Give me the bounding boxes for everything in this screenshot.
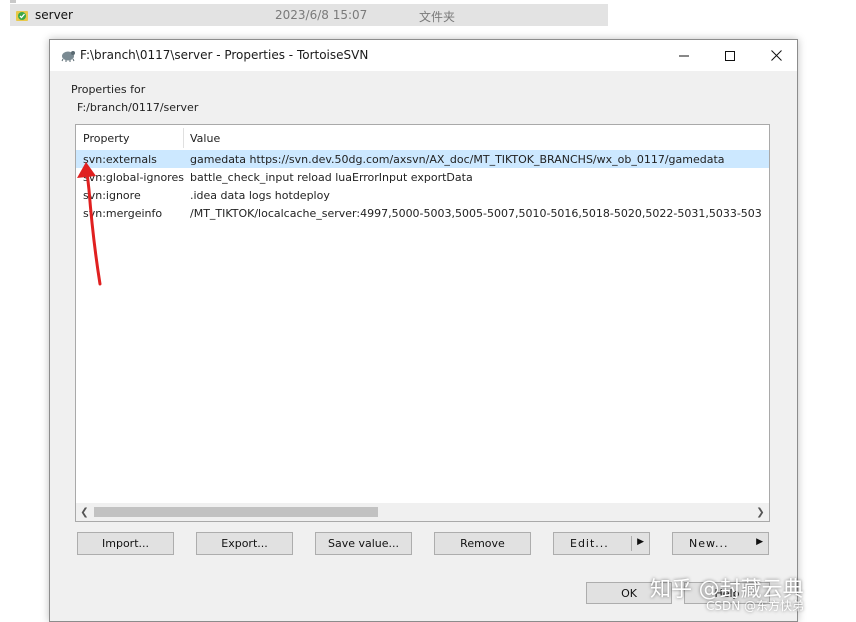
row-value: .idea data logs hotdeploy <box>190 189 330 202</box>
close-icon <box>770 50 782 61</box>
scroll-left-arrow-icon[interactable]: ❮ <box>76 503 93 521</box>
explorer-item-date: 2023/6/8 15:07 <box>275 8 368 22</box>
dialog-title: F:\branch\0117\server - Properties - Tor… <box>80 48 369 62</box>
list-row-svn-mergeinfo[interactable]: svn:mergeinfo /MT_TIKTOK/localcache_serv… <box>76 204 769 222</box>
list-row-svn-global-ignores[interactable]: svn:global-ignores battle_check_input re… <box>76 168 769 186</box>
row-property: svn:ignore <box>83 189 141 202</box>
svn-folder-icon <box>16 11 28 21</box>
explorer-item-name: server <box>35 8 73 22</box>
row-value: /MT_TIKTOK/localcache_server:4997,5000-5… <box>190 207 762 220</box>
import-button[interactable]: Import... <box>77 532 174 555</box>
edit-button-label[interactable]: Edit... <box>570 537 609 550</box>
tortoisesvn-icon <box>61 51 75 62</box>
scroll-right-arrow-icon[interactable]: ❯ <box>752 503 769 521</box>
close-button[interactable] <box>753 40 799 71</box>
new-split-button[interactable]: New... ▶ <box>672 532 769 555</box>
explorer-row-above <box>10 0 16 3</box>
row-value: battle_check_input reload luaErrorInput … <box>190 171 473 184</box>
row-value: gamedata https://svn.dev.50dg.com/axsvn/… <box>190 153 725 166</box>
save-value-button[interactable]: Save value... <box>315 532 412 555</box>
explorer-item-type: 文件夹 <box>419 10 456 24</box>
edit-dropdown-arrow-icon[interactable]: ▶ <box>637 537 644 547</box>
export-button[interactable]: Export... <box>196 532 293 555</box>
scroll-thumb[interactable] <box>94 507 378 517</box>
new-button-label[interactable]: New... <box>689 537 728 550</box>
row-property: svn:externals <box>83 153 157 166</box>
edit-split-button[interactable]: Edit... ▶ <box>553 532 650 555</box>
new-dropdown-arrow-icon[interactable]: ▶ <box>756 537 763 547</box>
row-property: svn:global-ignores <box>83 171 184 184</box>
remove-button[interactable]: Remove <box>434 532 531 555</box>
minimize-icon <box>679 55 689 56</box>
row-property: svn:mergeinfo <box>83 207 163 220</box>
minimize-button[interactable] <box>661 40 707 71</box>
title-bar[interactable]: F:\branch\0117\server - Properties - Tor… <box>50 40 797 71</box>
properties-for-label: Properties for <box>71 83 146 96</box>
properties-path: F:/branch/0117/server <box>77 101 199 114</box>
column-header-value[interactable]: Value <box>190 132 220 145</box>
column-header-property[interactable]: Property <box>83 132 130 145</box>
horizontal-scrollbar[interactable]: ❮ ❯ <box>76 503 769 521</box>
explorer-file-row[interactable]: server 2023/6/8 15:07 文件夹 <box>10 4 608 26</box>
properties-list[interactable]: Property Value svn:externals gamedata ht… <box>75 124 770 522</box>
watermark-csdn: CSDN @东方快弟 <box>706 599 805 613</box>
maximize-button[interactable] <box>707 40 753 71</box>
split-divider <box>631 536 632 551</box>
list-row-svn-ignore[interactable]: svn:ignore .idea data logs hotdeploy <box>76 186 769 204</box>
list-row-svn-externals[interactable]: svn:externals gamedata https://svn.dev.5… <box>76 150 769 168</box>
column-separator[interactable] <box>183 128 184 148</box>
list-header: Property Value <box>76 125 769 149</box>
maximize-icon <box>725 50 735 61</box>
properties-dialog: F:\branch\0117\server - Properties - Tor… <box>49 39 798 622</box>
